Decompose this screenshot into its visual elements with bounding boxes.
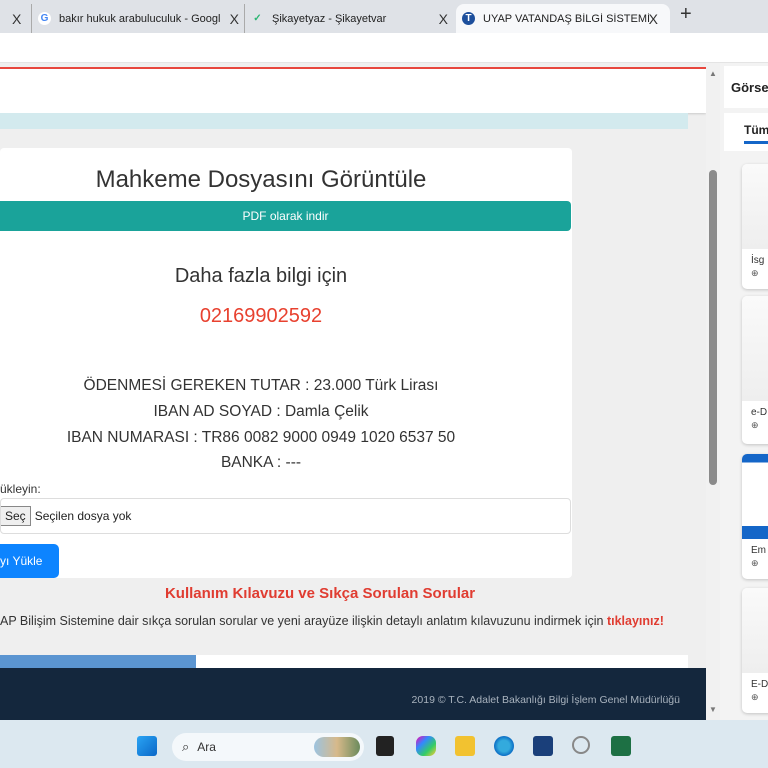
google-icon: G	[38, 12, 51, 25]
tab-google[interactable]: Gbakır hukuk arabuluculuk - Googl X	[31, 4, 243, 33]
image-result-card[interactable]: e-D ⊕	[742, 296, 768, 444]
file-explorer-icon[interactable]	[455, 736, 475, 756]
iban-name-line: IBAN AD SOYAD : Damla Çelik	[153, 403, 369, 420]
amount-line: ÖDENMESİ GEREKEN TUTAR : 23.000 Türk Lir…	[83, 377, 439, 394]
store-icon[interactable]	[533, 736, 553, 756]
image-result-card[interactable]: İsg ⊕	[742, 164, 768, 289]
case-file-card: Mahkeme Dosyasını Görüntüle PDF olarak i…	[0, 148, 572, 578]
image-result-card[interactable]: Em ⊕	[742, 454, 768, 579]
close-tab-icon[interactable]: X	[230, 11, 239, 27]
address-bar[interactable]	[0, 33, 768, 63]
scroll-up-icon[interactable]: ▲	[709, 69, 717, 78]
globe-icon: ⊕	[751, 420, 759, 430]
guide-link[interactable]: tıklayınız!	[607, 614, 664, 628]
tab-bar: X Gbakır hukuk arabuluculuk - Googl X ✓ Şi…	[0, 0, 768, 33]
progress-bar	[0, 655, 196, 668]
guide-title: Kullanım Kılavuzu ve Sıkça Sorulan Sorul…	[164, 585, 476, 602]
search-icon: ⌕	[182, 739, 190, 754]
panel-title: Görse	[731, 80, 768, 95]
windows-start-icon[interactable]	[137, 736, 157, 756]
image-result-card[interactable]: E-D ⊕	[742, 588, 768, 713]
close-tab-icon[interactable]: X	[439, 11, 448, 27]
page-title: Mahkeme Dosyasını Görüntüle	[95, 166, 427, 193]
iban-number-line: IBAN NUMARASI : TR86 0082 9000 0949 1020…	[66, 429, 456, 446]
pdf-download-button[interactable]: PDF olarak indir	[0, 201, 571, 231]
upload-label: ükleyin:	[0, 482, 41, 496]
no-file-text: Seçilen dosya yok	[34, 509, 132, 523]
close-tab-icon[interactable]: X	[12, 11, 21, 27]
bank-line: BANKA : ---	[220, 454, 302, 471]
tab-uyap[interactable]: T UYAP VATANDAŞ BİLGİ SİSTEMİ X	[456, 4, 670, 33]
edge-icon[interactable]	[494, 736, 514, 756]
close-tab-icon[interactable]: X	[649, 11, 658, 27]
globe-icon: ⊕	[751, 268, 759, 278]
guide-description: AP Bilişim Sistemine dair sıkça sorulan …	[0, 614, 607, 628]
phone-number: 02169902592	[199, 305, 323, 327]
tab-all[interactable]: Tüm	[744, 123, 768, 144]
excel-icon[interactable]	[611, 736, 631, 756]
choose-file-button[interactable]: Seç	[1, 506, 31, 526]
bar-background	[196, 655, 688, 668]
search-highlight-image	[314, 737, 360, 757]
page-content: Mahkeme Dosyasını Görüntüle PDF olarak i…	[0, 63, 706, 720]
app-icon[interactable]	[572, 736, 590, 754]
task-view-icon[interactable]	[376, 736, 394, 756]
file-input[interactable]: Seç Seçilen dosya yok	[0, 498, 571, 534]
footer: 2019 © T.C. Adalet Bakanlığı Bilgi İşlem…	[0, 668, 706, 720]
tab-sikayetvar[interactable]: ✓ Şikayetyaz - Şikayetvar X	[244, 4, 456, 33]
sikayetvar-icon: ✓	[253, 13, 262, 24]
visual-search-panel: Görse Tüm İsg ⊕ e-D ⊕ Em ⊕ E-D ⊕	[720, 63, 768, 720]
globe-icon: ⊕	[751, 692, 759, 702]
copilot-icon[interactable]	[416, 736, 436, 756]
site-header	[0, 69, 706, 113]
guide-text: AP Bilişim Sistemine dair sıkça sorulan …	[0, 614, 664, 628]
info-strip	[0, 113, 688, 129]
scroll-down-icon[interactable]: ▼	[709, 705, 717, 714]
new-tab-button[interactable]: +	[680, 3, 692, 26]
upload-button[interactable]: yı Yükle	[0, 544, 59, 578]
footer-copyright: 2019 © T.C. Adalet Bakanlığı Bilgi İşlem…	[411, 694, 680, 706]
more-info-label: Daha fazla bilgi için	[174, 265, 348, 287]
scrollbar-thumb[interactable]	[709, 170, 717, 485]
tab-partial[interactable]: X	[0, 4, 30, 33]
globe-icon: ⊕	[751, 558, 759, 568]
uyap-icon: T	[462, 12, 475, 25]
taskbar-search[interactable]: ⌕ Ara	[172, 733, 364, 761]
scrollbar[interactable]: ▲ ▼	[706, 63, 720, 720]
